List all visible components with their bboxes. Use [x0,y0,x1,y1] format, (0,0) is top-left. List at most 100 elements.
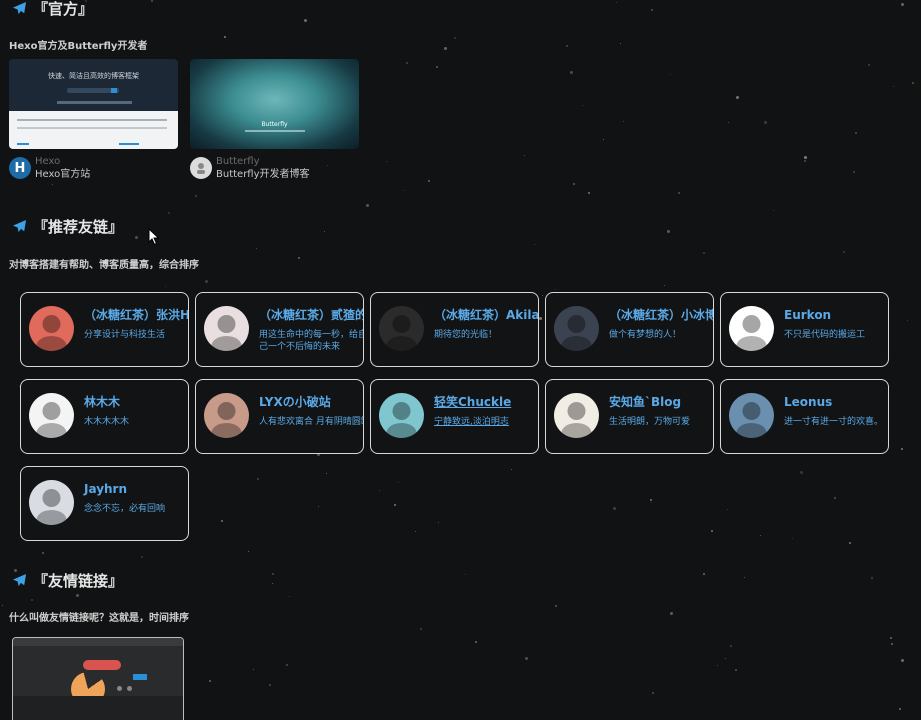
hexo-subtitle: Hexo官方站 [35,169,91,180]
star-dot [711,530,713,532]
avatar-manga-icon [29,393,74,438]
butterfly-thumb-heading: Butterfly [261,121,288,128]
butterfly-name: Butterfly [216,156,260,167]
friend-card-name: （冰糖红茶）张洪Heo [84,308,188,322]
star-dot [224,36,226,38]
star-dot [205,280,208,283]
friend-card[interactable]: （冰糖红茶）小冰博客做个有梦想的人！ [545,292,714,367]
star-dot [566,45,568,47]
star-dot [272,573,274,575]
avatar-eurkon-logo-icon [729,306,774,351]
paper-plane-icon [12,1,27,15]
avatar-akilar-icon [379,306,424,351]
friend-card[interactable]: 林木木 木木木木木 [20,379,189,454]
butterfly-subtitle: Butterfly开发者博客 [216,169,310,180]
star-dot [843,251,845,253]
star-dot [855,132,857,134]
avatar-anime-boy-icon [554,306,599,351]
friend-card-desc: 宁静致远,淡泊明志 [434,417,509,427]
star-dot [652,692,654,694]
star-dot [298,257,300,259]
star-dot [318,506,319,507]
friend-card-desc: 分享设计与科技生活 [84,330,166,340]
star-dot [901,3,904,6]
star-dot [269,684,271,686]
avatar-heo-icon [29,306,74,351]
star-dot [760,535,761,536]
avatar-anime-girl-icon [204,393,249,438]
star-dot [650,499,652,501]
star-dot [670,74,671,75]
mouse-cursor-icon [148,228,160,246]
friend-card[interactable]: Leonus 进一寸有进一寸的欢喜。 [720,379,889,454]
star-dot [588,192,590,194]
star-dot [804,156,807,159]
friend-card-desc: 念念不忘，必有回响 [84,504,166,514]
star-dot [603,139,604,140]
hexo-avatar: H [9,157,31,179]
star-dot [727,509,728,510]
hexo-name: Hexo [35,156,61,167]
star-dot [616,2,617,3]
star-dot [209,680,211,682]
star-dot [804,160,806,162]
star-dot [890,637,892,639]
star-dot [868,64,870,66]
star-dot [667,230,670,233]
star-dot [725,658,726,659]
official-card-butterfly[interactable]: Butterfly Butterfly Butterfly开发者博客 [190,59,359,181]
avatar-miku-icon [379,393,424,438]
star-dot [256,248,257,249]
star-dot [678,192,680,194]
star-dot [42,552,44,554]
official-card-hexo[interactable]: 快速、简洁且高效的博客框架 H Hexo Hexo官方站 [9,59,178,181]
friend-card[interactable]: 轻笑Chuckle 宁静致远,淡泊明志 [370,379,539,454]
section-title-official-text: 『官方』 [33,0,94,18]
paper-plane-icon [12,573,27,587]
friend-card[interactable]: Jayhrn 念念不忘，必有回响 [20,466,189,541]
friend-card-name: 安知鱼`Blog [609,395,682,409]
friend-card[interactable]: （冰糖红茶）贰猹的小窝用这生命中的每一秒，给自己一个不后悔的未来 [195,292,364,367]
star-dot [511,469,512,470]
star-dot [398,482,399,483]
star-dot [792,538,793,539]
star-dot [651,9,653,11]
avatar-jayhrn-icon [29,480,74,525]
star-dot [893,86,894,87]
star-dot [465,574,466,575]
star-dot [623,121,624,122]
butterfly-thumbnail: Butterfly [190,59,359,149]
friend-card[interactable]: 安知鱼`Blog 生活明朗，万物可爱 [545,379,714,454]
paper-plane-icon [12,219,27,233]
star-dot [849,542,851,544]
star-dot [386,161,387,162]
friend-card-name: （冰糖红茶）贰猹的小窝 [259,308,363,322]
star-dot [542,295,543,296]
star-dot [248,551,249,552]
star-dot [326,473,327,474]
star-dot [620,43,621,44]
star-dot [582,105,583,106]
star-dot [703,573,705,575]
star-dot [304,19,307,22]
friend-card[interactable]: Eurkon 不只是代码的搬运工 [720,292,889,367]
star-dot [613,507,616,510]
star-dot [475,641,477,643]
friend-card-desc: 进一寸有进一寸的欢喜。 [784,417,884,427]
friend-card[interactable]: LYXの小破站 人有悲欢离合 月有阴晴圆缺 [195,379,364,454]
star-dot [534,244,535,245]
friend-card[interactable]: （冰糖红茶）Akilar 期待您的光临！ [370,292,539,367]
friend-card-desc: 木木木木木 [84,417,130,427]
star-dot [555,605,557,607]
friend-card-name: LYXの小破站 [259,395,331,409]
friend-link-card-preview[interactable] [12,637,184,720]
star-dot [444,47,447,50]
star-dot [165,286,166,287]
star-dot [141,556,143,558]
friend-card[interactable]: （冰糖红茶）张洪Heo 分享设计与科技生活 [20,292,189,367]
star-dot [735,669,737,671]
friend-card-name: （冰糖红茶）Akilar [434,308,539,322]
star-dot [221,520,223,522]
star-dot [871,577,873,579]
star-dot [253,669,254,670]
